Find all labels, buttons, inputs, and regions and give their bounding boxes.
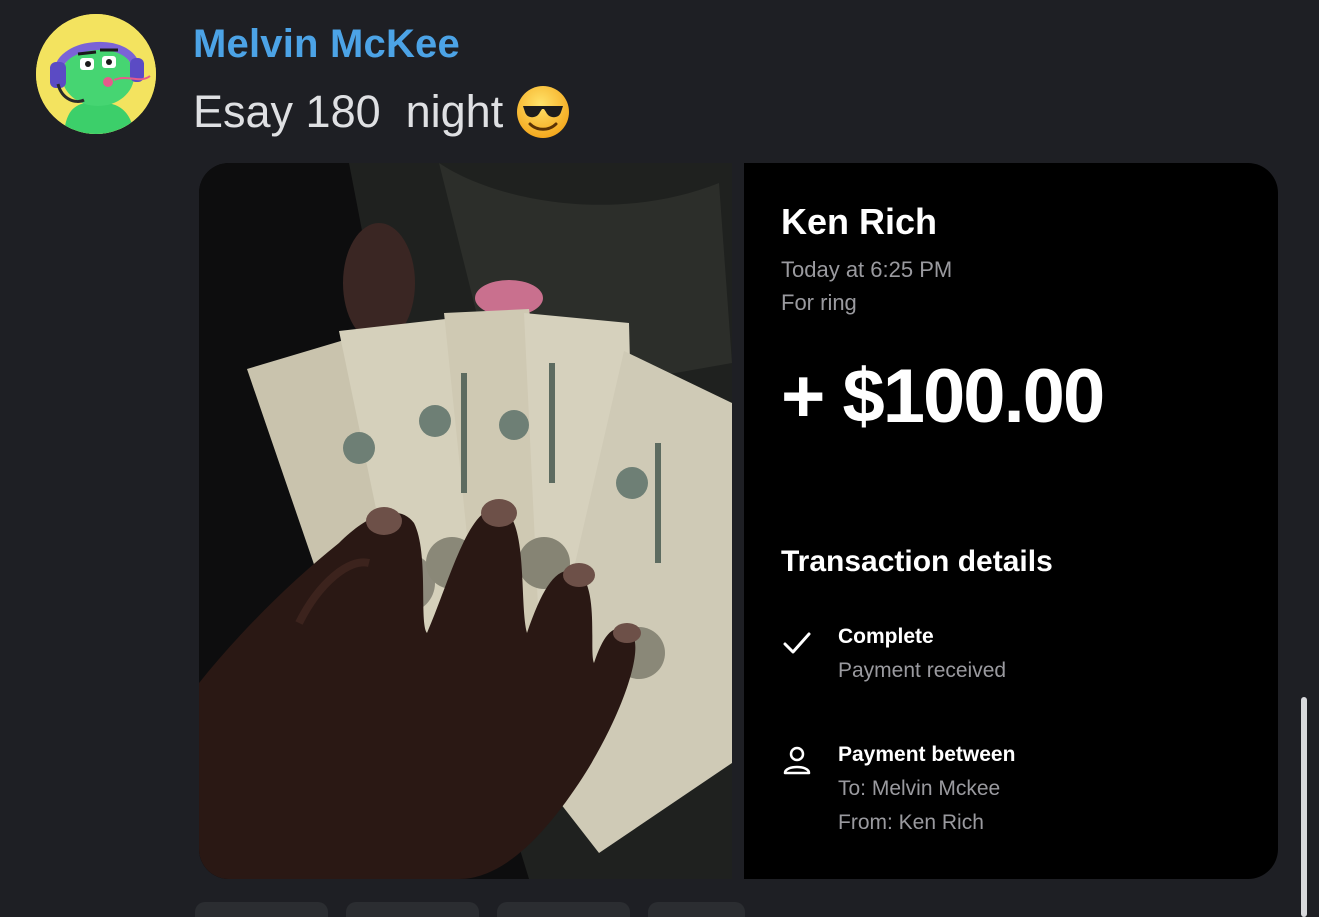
reaction-button[interactable] [648,902,745,917]
sender-line: From: Ken Rich [838,811,984,834]
sunglasses-emoji-icon [517,86,570,138]
reaction-button[interactable] [346,902,479,917]
reaction-button[interactable] [195,902,328,917]
user-avatar[interactable] [36,14,156,134]
message-content: Esay 180 night [193,84,571,140]
payment-receipt-card[interactable]: Ken Rich Today at 6:25 PM For ring + $10… [744,163,1278,879]
scrollbar-thumb[interactable] [1301,697,1307,917]
attachment-image[interactable] [199,163,732,879]
person-icon [783,746,811,775]
checkmark-icon [783,632,811,654]
transaction-details-title: Transaction details [781,545,1053,578]
chat-view: Melvin McKee Esay 180 night Ken Rich Tod… [0,0,1319,917]
payment-note: For ring [781,290,857,315]
status-sub: Payment received [838,659,1007,682]
message-author[interactable]: Melvin McKee [193,22,460,67]
status-label: Complete [838,625,934,648]
message-text: Esay 180 night [193,86,504,137]
reaction-button[interactable] [497,902,630,917]
avatar-illustration-icon [36,14,156,134]
cash-photo-icon [199,163,732,879]
reactions-bar [195,902,745,917]
payment-amount: + $100.00 [781,354,1105,439]
sender-name: Ken Rich [781,201,938,242]
payment-between-label: Payment between [838,743,1016,766]
payment-timestamp: Today at 6:25 PM [781,257,953,282]
recipient-line: To: Melvin Mckee [838,777,1001,800]
